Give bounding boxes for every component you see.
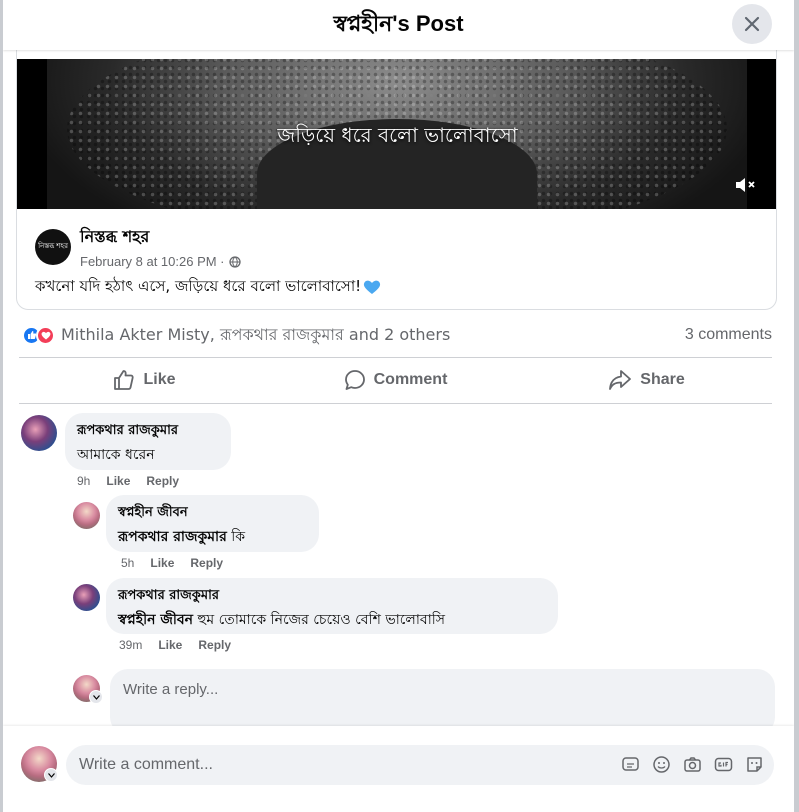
reactions-summary: Mithila Akter Misty, রূপকথার রাজকুমার an… (22, 322, 772, 348)
comment-input[interactable]: Write a comment... (66, 745, 774, 785)
comment-meta: 9h Like Reply (77, 474, 179, 488)
heart-icon (364, 280, 381, 294)
comment-bubble: স্বপ্নহীন জীবন রূপকথার রাজকুমার কি (106, 495, 319, 552)
comment-like-button[interactable]: Like (106, 474, 130, 488)
comment-author[interactable]: রূপকথার রাজকুমার (118, 586, 546, 607)
comment-icon (344, 370, 365, 390)
avatar[interactable] (73, 584, 100, 611)
post-text: কখনো যদি হঠাৎ এসে, জড়িয়ে ধরে বলো ভালোব… (35, 275, 381, 300)
comment-time[interactable]: 39m (119, 638, 142, 652)
thumbs-up-icon (114, 370, 135, 390)
comment-count[interactable]: 3 comments (685, 326, 772, 344)
post-header: নিস্তব্ধ শহর নিস্তব্ধ শহর February 8 at … (35, 224, 241, 269)
page-avatar[interactable]: নিস্তব্ধ শহর (35, 228, 71, 265)
comment-like-button[interactable]: Like (158, 638, 182, 652)
video-caption: জড়িয়ে ধরে বলো ভালোবাসো (277, 123, 518, 147)
emoji-icon[interactable] (652, 755, 671, 774)
post-timestamp[interactable]: February 8 at 10:26 PM · (80, 254, 225, 269)
comment-like-button[interactable]: Like (150, 556, 174, 570)
close-icon (744, 16, 760, 32)
comment-button[interactable]: Comment (270, 358, 521, 402)
comment-bubble: রূপকথার রাজকুমার স্বপ্নহীন জীবন হুম তোমা… (106, 578, 558, 634)
comment-composer: Write a comment... (3, 726, 794, 812)
comment-label: Comment (373, 371, 448, 388)
chevron-down-icon[interactable] (89, 690, 103, 704)
post-actions: Like Comment Share (19, 358, 772, 402)
mute-button[interactable] (734, 175, 758, 195)
comment-tag[interactable]: স্বপ্নহীন জীবন (118, 612, 193, 628)
comment-bubble: রূপকথার রাজকুমার আমাকে ধরেন (65, 413, 231, 470)
share-icon (609, 370, 632, 390)
share-button[interactable]: Share (521, 358, 772, 402)
dialog-header: স্বপ্নহীন's Post (3, 0, 794, 50)
video-player[interactable]: জড়িয়ে ধরে বলো ভালোবাসো (17, 59, 776, 209)
globe-icon (228, 255, 241, 268)
comment-time[interactable]: 5h (121, 556, 134, 570)
comment-tag[interactable]: রূপকথার রাজকুমার (118, 529, 227, 545)
like-label: Like (143, 371, 176, 388)
chevron-down-icon[interactable] (44, 768, 58, 782)
page-name[interactable]: নিস্তব্ধ শহর (80, 224, 241, 251)
shared-post-card[interactable]: জড়িয়ে ধরে বলো ভালোবাসো নিস্তব্ধ শহর নি… (16, 20, 777, 310)
share-label: Share (640, 371, 685, 388)
gif-icon[interactable] (714, 755, 733, 774)
reply-placeholder: Write a reply... (123, 681, 219, 698)
love-reaction-icon[interactable] (36, 325, 55, 345)
close-button[interactable] (732, 4, 772, 44)
avatar[interactable] (21, 415, 57, 451)
avatar-sticker-icon[interactable] (745, 755, 764, 774)
comment-text: আমাকে ধরেন (77, 447, 155, 463)
mute-icon (736, 178, 755, 192)
comment-text: স্বপ্নহীন জীবন হুম তোমাকে নিজের চেয়েও ব… (118, 612, 446, 628)
comment-meta: 39m Like Reply (119, 638, 231, 652)
camera-icon[interactable] (683, 755, 702, 774)
comment-meta: 5h Like Reply (121, 556, 223, 570)
comment-author[interactable]: রূপকথার রাজকুমার (77, 421, 219, 442)
comment-reply-button[interactable]: Reply (146, 474, 179, 488)
divider (19, 403, 772, 404)
comment-placeholder: Write a comment... (79, 756, 213, 773)
dialog-title: স্বপ্নহীন's Post (333, 10, 464, 36)
comment-author[interactable]: স্বপ্নহীন জীবন (118, 503, 307, 524)
comment-time[interactable]: 9h (77, 474, 90, 488)
comment-reply-button[interactable]: Reply (198, 638, 231, 652)
comment-text: রূপকথার রাজকুমার কি (118, 529, 246, 545)
comment-reply-button[interactable]: Reply (190, 556, 223, 570)
reaction-names[interactable]: Mithila Akter Misty, রূপকথার রাজকুমার an… (61, 322, 450, 349)
post-dialog: স্বপ্নহীন's Post জড়িয়ে ধরে বলো ভালোবাস… (3, 0, 794, 812)
sticker-icon[interactable] (621, 755, 640, 774)
avatar[interactable] (73, 502, 100, 529)
like-button[interactable]: Like (19, 358, 270, 402)
